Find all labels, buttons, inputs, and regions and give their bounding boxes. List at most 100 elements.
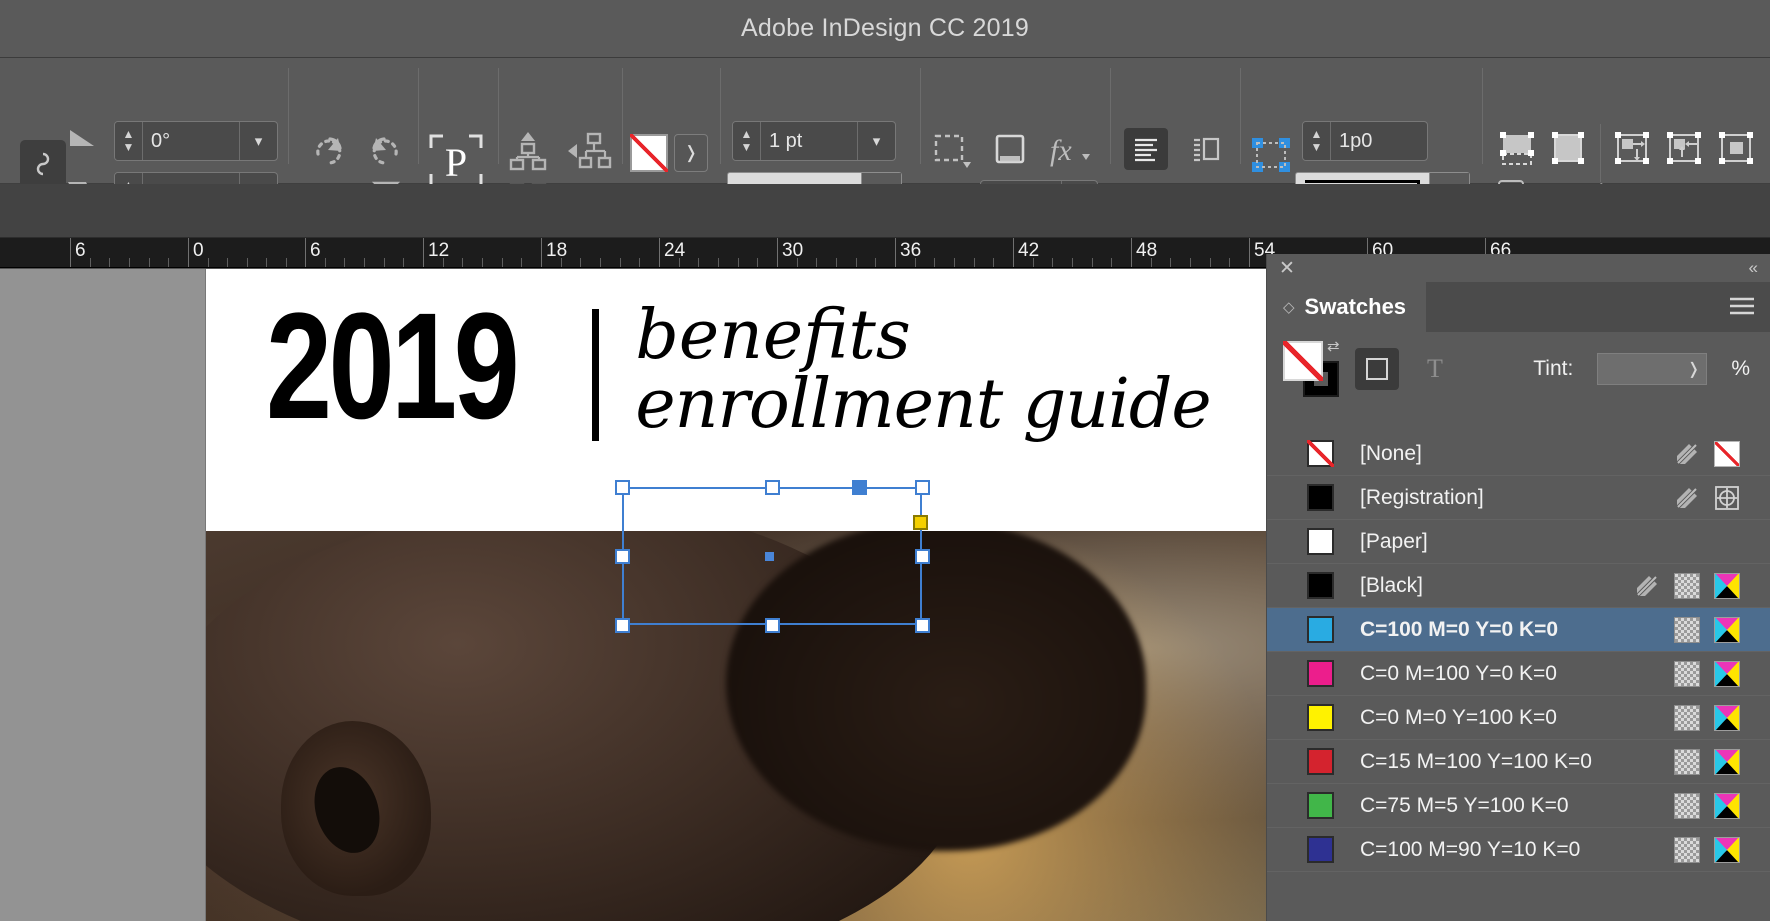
swatch-list[interactable]: [None] [Registration] [Paper] [Black] C=100 …: [1267, 432, 1770, 921]
fit-frame-to-content-button[interactable]: [1612, 130, 1654, 175]
swatch-row[interactable]: C=0 M=100 Y=0 K=0: [1267, 652, 1770, 696]
swatch-color-chip: [1307, 704, 1334, 731]
bring-to-front-button[interactable]: [508, 130, 548, 177]
stroke-none-swatch[interactable]: [630, 134, 668, 172]
swatch-row-icons: [1674, 660, 1770, 687]
tint-label: Tint:: [1533, 357, 1574, 380]
formatting-affects-container-button[interactable]: [1355, 348, 1399, 390]
swatch-row-icons: [1674, 836, 1770, 863]
swatches-panel[interactable]: ✕ « ◇ Swatches ⇄ T Tint: ❭ % [None] [Reg…: [1266, 254, 1770, 921]
stroke-weight-field[interactable]: ▲ ▼ 1 pt ▾: [732, 121, 896, 161]
wrap-around-bounding-box-button[interactable]: [1184, 128, 1228, 170]
headline-script: benefits enrollment guide: [635, 301, 1211, 445]
divider: [1110, 68, 1111, 164]
rotate-clockwise-button[interactable]: [308, 130, 350, 175]
stroke-weight-dropdown[interactable]: ▾: [857, 122, 895, 160]
bring-forward-button[interactable]: [566, 130, 614, 177]
fit-content-to-frame-button[interactable]: [1664, 130, 1706, 175]
rotation-angle-dropdown[interactable]: ▾: [239, 122, 277, 160]
handle-top-left[interactable]: [615, 480, 630, 495]
formatting-affects-text-button[interactable]: T: [1413, 348, 1457, 390]
chain-link-icon[interactable]: [20, 140, 66, 188]
link-constrain-button[interactable]: [10, 140, 66, 188]
frame-fitting-button[interactable]: [990, 130, 1030, 175]
swatch-color-chip: [1307, 528, 1334, 555]
process-color-icon: [1674, 660, 1700, 687]
ruler-minor-tick: [738, 258, 739, 267]
handle-top-right[interactable]: [915, 480, 930, 495]
stroke-weight-stepper[interactable]: ▲ ▼: [733, 122, 761, 160]
swatch-row[interactable]: C=0 M=0 Y=100 K=0: [1267, 696, 1770, 740]
content-grabber[interactable]: [765, 552, 774, 561]
center-content-button[interactable]: [1716, 130, 1758, 175]
fill-frame-proportionally-button[interactable]: [1548, 130, 1590, 175]
divider: [1482, 68, 1483, 164]
stroke-swatch-dropdown[interactable]: ❭: [674, 134, 708, 172]
swatch-row[interactable]: C=100 M=0 Y=0 K=0: [1267, 608, 1770, 652]
tint-input[interactable]: ❭: [1597, 353, 1708, 385]
ruler-tick-label: 18: [546, 240, 568, 261]
ruler-minor-tick: [1151, 258, 1152, 267]
handle-middle-left[interactable]: [615, 549, 630, 564]
ruler-minor-tick: [620, 258, 621, 267]
swap-fill-stroke-icon[interactable]: ⇄: [1327, 337, 1340, 355]
swatch-row[interactable]: C=100 M=90 Y=10 K=0: [1267, 828, 1770, 872]
ruler-minor-tick: [344, 258, 345, 267]
ruler-tick-label: 48: [1136, 240, 1158, 261]
ruler-minor-tick: [364, 258, 365, 267]
handle-top-center[interactable]: [765, 480, 780, 495]
rotation-stepper[interactable]: ▲ ▼: [115, 122, 143, 160]
handle-bottom-center[interactable]: [765, 618, 780, 633]
align-left-icon[interactable]: [1124, 128, 1168, 170]
close-icon[interactable]: ✕: [1279, 257, 1295, 280]
tint-dropdown-arrow[interactable]: ❭: [1687, 359, 1700, 379]
collapse-panel-icon[interactable]: «: [1749, 258, 1758, 278]
rotation-angle-field[interactable]: ▲ ▼ 0° ▾: [114, 121, 278, 161]
corner-radius-value[interactable]: 1p0: [1331, 122, 1427, 160]
handle-middle-right[interactable]: [915, 549, 930, 564]
swatch-name: [Registration]: [1360, 485, 1484, 509]
effects-button[interactable]: fx: [1046, 128, 1092, 175]
ruler-minor-tick: [679, 258, 680, 267]
swatch-name: C=100 M=90 Y=10 K=0: [1360, 837, 1581, 861]
swatch-row-icons: [1674, 440, 1770, 467]
text-format-icon: T: [1427, 354, 1443, 383]
align-columns-icon[interactable]: [1184, 128, 1228, 170]
stroke-weight-value[interactable]: 1 pt: [761, 122, 857, 160]
cmyk-color-mode-icon: [1714, 792, 1740, 819]
fill-proxy-swatch[interactable]: [1283, 341, 1323, 381]
ruler-minor-tick: [561, 258, 562, 267]
corner-radius-field[interactable]: ▲ ▼ 1p0: [1302, 121, 1428, 161]
swatch-row[interactable]: [Black]: [1267, 564, 1770, 608]
swatch-name: C=15 M=100 Y=100 K=0: [1360, 749, 1592, 773]
cmyk-color-mode-icon: [1714, 572, 1740, 599]
rotation-angle-value[interactable]: 0°: [143, 122, 239, 160]
text-wrap-none-button[interactable]: [1124, 128, 1168, 170]
cmyk-color-mode-icon: [1714, 704, 1740, 731]
handle-top-right-active[interactable]: [852, 480, 867, 495]
swatch-name: [None]: [1360, 441, 1422, 465]
swatch-row[interactable]: C=15 M=100 Y=100 K=0: [1267, 740, 1770, 784]
select-content-button[interactable]: [932, 132, 972, 175]
handle-bottom-right[interactable]: [915, 618, 930, 633]
headline-script-line2: enrollment guide: [635, 365, 1211, 445]
corner-radius-stepper[interactable]: ▲ ▼: [1303, 122, 1331, 160]
panel-menu-icon[interactable]: [1728, 296, 1756, 321]
tab-swatches[interactable]: ◇ Swatches: [1267, 282, 1427, 332]
handle-bottom-left[interactable]: [615, 618, 630, 633]
swatch-row[interactable]: [Paper]: [1267, 520, 1770, 564]
fill-stroke-proxy[interactable]: ⇄: [1283, 338, 1341, 397]
headline-artwork[interactable]: 2019 benefits enrollment guide: [266, 290, 1212, 445]
corner-radius-handle[interactable]: [913, 515, 928, 530]
reference-point-proxy[interactable]: [1250, 136, 1292, 179]
swatch-row[interactable]: C=75 M=5 Y=100 K=0: [1267, 784, 1770, 828]
headline-divider-bar: [592, 309, 600, 441]
tab-swatches-label: Swatches: [1304, 294, 1407, 319]
fit-content-proportionally-button[interactable]: [1496, 130, 1538, 175]
swatch-row[interactable]: [None]: [1267, 432, 1770, 476]
ruler-minor-tick: [462, 258, 463, 267]
rotate-counterclockwise-button[interactable]: [364, 130, 406, 175]
swatch-row[interactable]: [Registration]: [1267, 476, 1770, 520]
ruler-minor-tick: [974, 258, 975, 267]
stroke-color-proxy[interactable]: ❭: [630, 134, 708, 172]
